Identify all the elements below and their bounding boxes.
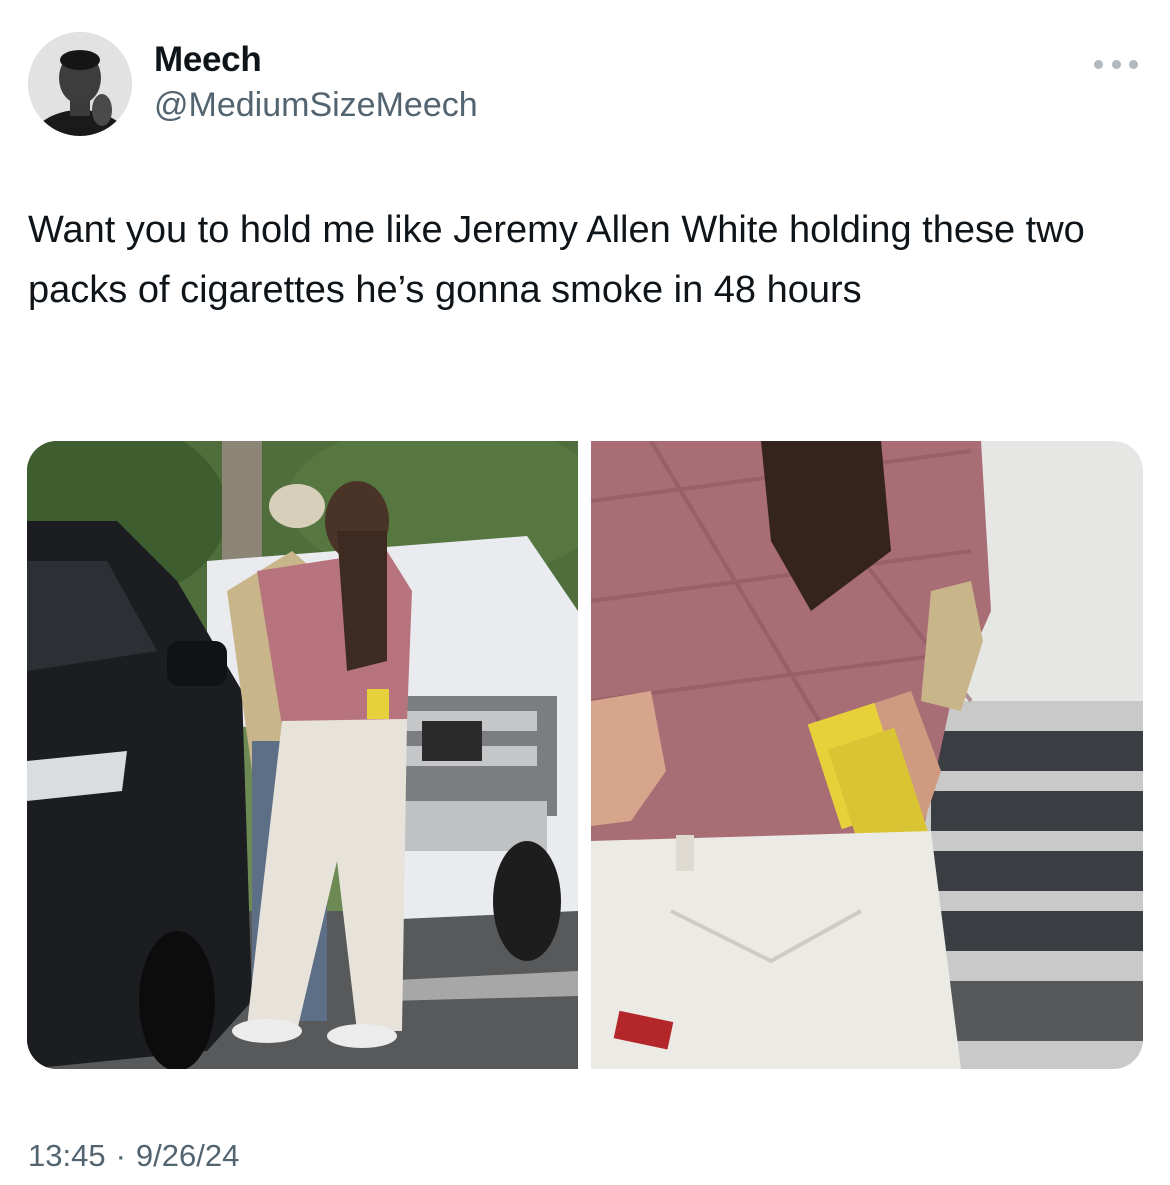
more-dot: [1111, 59, 1121, 69]
author-handle[interactable]: @MediumSizeMeech: [154, 86, 478, 125]
photo-left-image: [27, 441, 578, 1069]
more-options-icon[interactable]: [1090, 50, 1142, 78]
photo-right-image: [591, 441, 1143, 1069]
tweet-timestamp[interactable]: 13:45 · 9/26/24: [28, 1138, 239, 1174]
tweet-date: 9/26/24: [135, 1138, 240, 1173]
meta-separator: ·: [115, 1138, 126, 1173]
more-dot: [1129, 59, 1138, 69]
media-grid: [27, 441, 1143, 1069]
tweet-time: 13:45: [28, 1138, 106, 1173]
user-avatar-icon: [28, 32, 132, 136]
author-display-name[interactable]: Meech: [154, 40, 262, 80]
photo-cigarette-packs-closeup[interactable]: [591, 441, 1143, 1069]
author-avatar[interactable]: [28, 32, 132, 136]
tweet-text: Want you to hold me like Jeremy Allen Wh…: [28, 209, 1085, 311]
photo-couple-hugging[interactable]: [27, 441, 578, 1069]
more-dot: [1094, 59, 1103, 69]
tweet: Meech @MediumSizeMeech Want you to hold …: [0, 0, 1170, 1185]
